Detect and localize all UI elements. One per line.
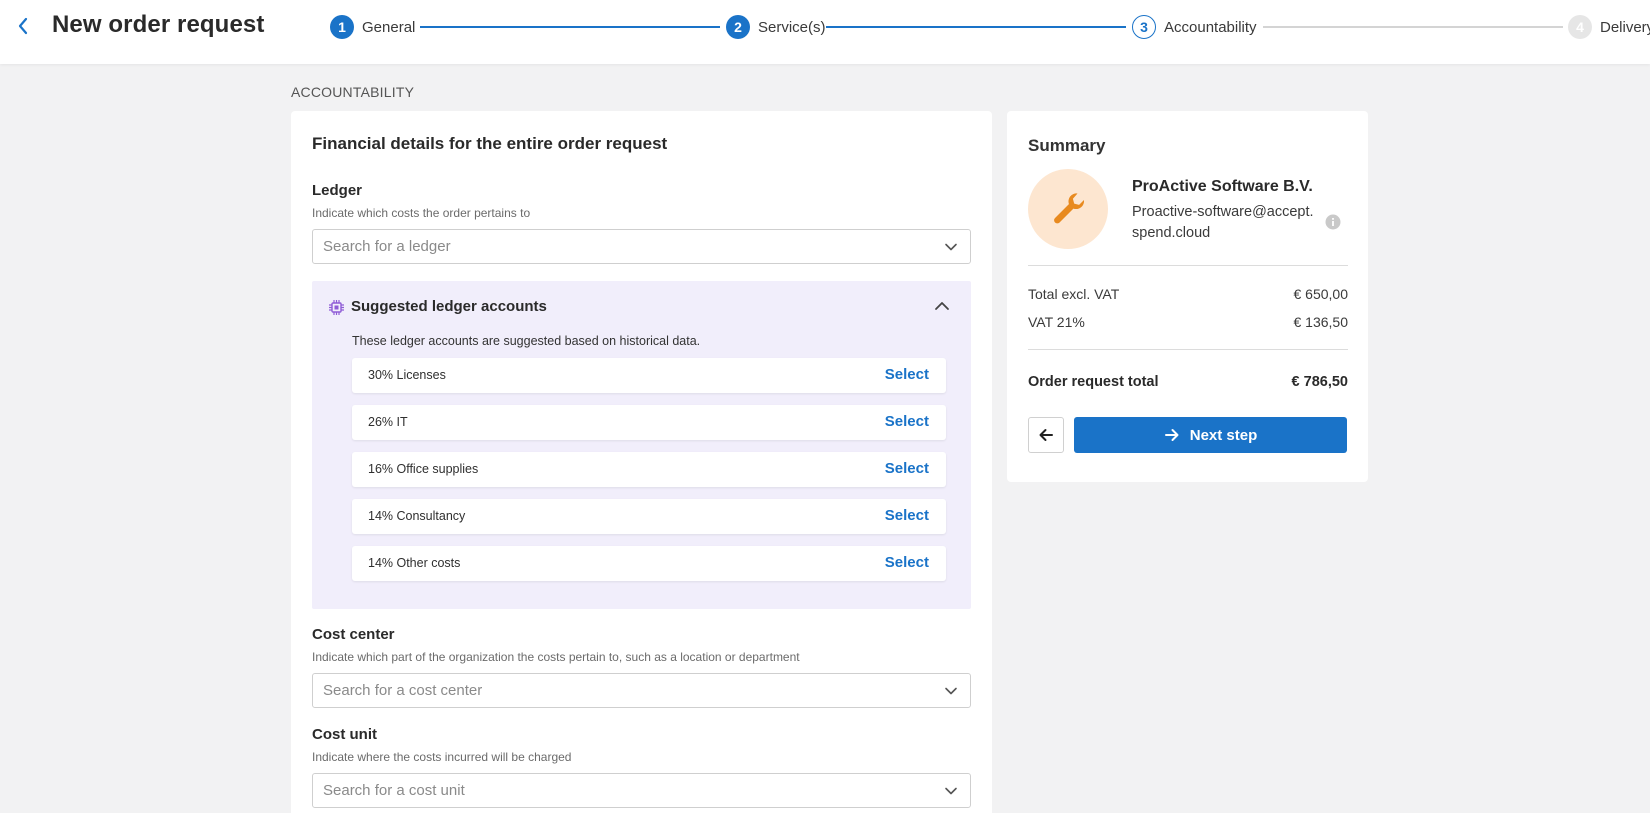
cost-unit-hint: Indicate where the costs incurred will b… xyxy=(312,750,572,764)
step-number: 3 xyxy=(1132,15,1156,39)
suggestion-row: 14% Other costs Select xyxy=(352,546,946,581)
cost-center-search-input[interactable] xyxy=(323,674,923,707)
vat-label: VAT 21% xyxy=(1028,314,1085,330)
suggestion-row: 30% Licenses Select xyxy=(352,358,946,393)
step-delivery[interactable]: 4 Delivery xyxy=(1568,14,1650,40)
ledger-hint: Indicate which costs the order pertains … xyxy=(312,206,531,220)
ledger-select[interactable] xyxy=(312,229,971,264)
suggestion-row: 14% Consultancy Select xyxy=(352,499,946,534)
financial-details-card: Financial details for the entire order r… xyxy=(291,111,992,813)
info-icon[interactable] xyxy=(1325,214,1341,230)
total-excl-vat-value: € 650,00 xyxy=(1293,286,1349,302)
summary-divider xyxy=(1028,349,1348,350)
page-title: New order request xyxy=(52,11,265,38)
section-heading: ACCOUNTABILITY xyxy=(291,84,415,100)
next-step-label: Next step xyxy=(1189,426,1258,444)
select-link[interactable]: Select xyxy=(885,366,929,383)
back-button[interactable] xyxy=(12,12,34,40)
select-link[interactable]: Select xyxy=(885,413,929,430)
suggestion-row: 16% Office supplies Select xyxy=(352,452,946,487)
step-connector xyxy=(420,26,720,28)
cost-unit-label: Cost unit xyxy=(312,726,377,743)
cost-unit-search-input[interactable] xyxy=(323,774,923,807)
vat-value: € 136,50 xyxy=(1293,314,1349,330)
arrow-right-icon xyxy=(1164,427,1180,443)
suggestion-label: 16% Office supplies xyxy=(368,462,479,476)
supplier-name: ProActive Software B.V. xyxy=(1132,178,1313,195)
summary-divider xyxy=(1028,265,1348,266)
ledger-search-input[interactable] xyxy=(323,230,923,263)
chevron-down-icon xyxy=(945,243,957,251)
chevron-down-icon xyxy=(945,687,957,695)
previous-step-button[interactable] xyxy=(1028,417,1064,453)
suggested-ledger-description: These ledger accounts are suggested base… xyxy=(352,334,701,348)
chip-icon xyxy=(329,300,344,315)
cost-center-label: Cost center xyxy=(312,626,395,643)
step-connector xyxy=(1263,26,1563,28)
step-label: Delivery xyxy=(1600,18,1650,36)
step-connector xyxy=(826,26,1126,28)
suggestion-label: 30% Licenses xyxy=(368,368,446,382)
step-general[interactable]: 1 General xyxy=(330,14,415,40)
suggestion-row: 26% IT Select xyxy=(352,405,946,440)
order-total-value: € 786,50 xyxy=(1291,374,1348,390)
step-label: General xyxy=(362,18,416,36)
suggestion-label: 14% Consultancy xyxy=(368,509,466,523)
suggested-ledger-panel: Suggested ledger accounts These ledger a… xyxy=(312,281,971,609)
cost-unit-select[interactable] xyxy=(312,773,971,808)
summary-card: Summary ProActive Software B.V. Proactiv… xyxy=(1007,111,1368,482)
step-number: 4 xyxy=(1568,15,1592,39)
select-link[interactable]: Select xyxy=(885,460,929,477)
step-label: Service(s) xyxy=(758,18,826,36)
supplier-avatar xyxy=(1028,169,1108,249)
step-services[interactable]: 2 Service(s) xyxy=(726,14,826,40)
chevron-up-icon[interactable] xyxy=(933,297,951,315)
select-link[interactable]: Select xyxy=(885,554,929,571)
top-bar: New order request 1 General 2 Service(s)… xyxy=(0,0,1650,64)
chevron-left-icon xyxy=(18,17,28,35)
summary-title: Summary xyxy=(1028,136,1106,155)
next-step-button[interactable]: Next step xyxy=(1074,417,1347,453)
chevron-down-icon xyxy=(945,787,957,795)
total-excl-vat-label: Total excl. VAT xyxy=(1028,286,1120,302)
suggestion-label: 26% IT xyxy=(368,415,408,429)
cost-center-select[interactable] xyxy=(312,673,971,708)
step-accountability[interactable]: 3 Accountability xyxy=(1132,14,1257,40)
step-number: 1 xyxy=(330,15,354,39)
wrench-icon xyxy=(1054,193,1085,224)
arrow-left-icon xyxy=(1039,429,1053,441)
card-title: Financial details for the entire order r… xyxy=(312,134,668,153)
suggestion-label: 14% Other costs xyxy=(368,556,461,570)
supplier-email: Proactive-software@accept.spend.cloud xyxy=(1132,204,1314,241)
ledger-label: Ledger xyxy=(312,182,363,199)
suggested-ledger-title: Suggested ledger accounts xyxy=(351,298,547,315)
cost-center-hint: Indicate which part of the organization … xyxy=(312,650,800,664)
step-label: Accountability xyxy=(1164,18,1257,36)
step-number: 2 xyxy=(726,15,750,39)
select-link[interactable]: Select xyxy=(885,507,929,524)
order-total-label: Order request total xyxy=(1028,374,1159,390)
